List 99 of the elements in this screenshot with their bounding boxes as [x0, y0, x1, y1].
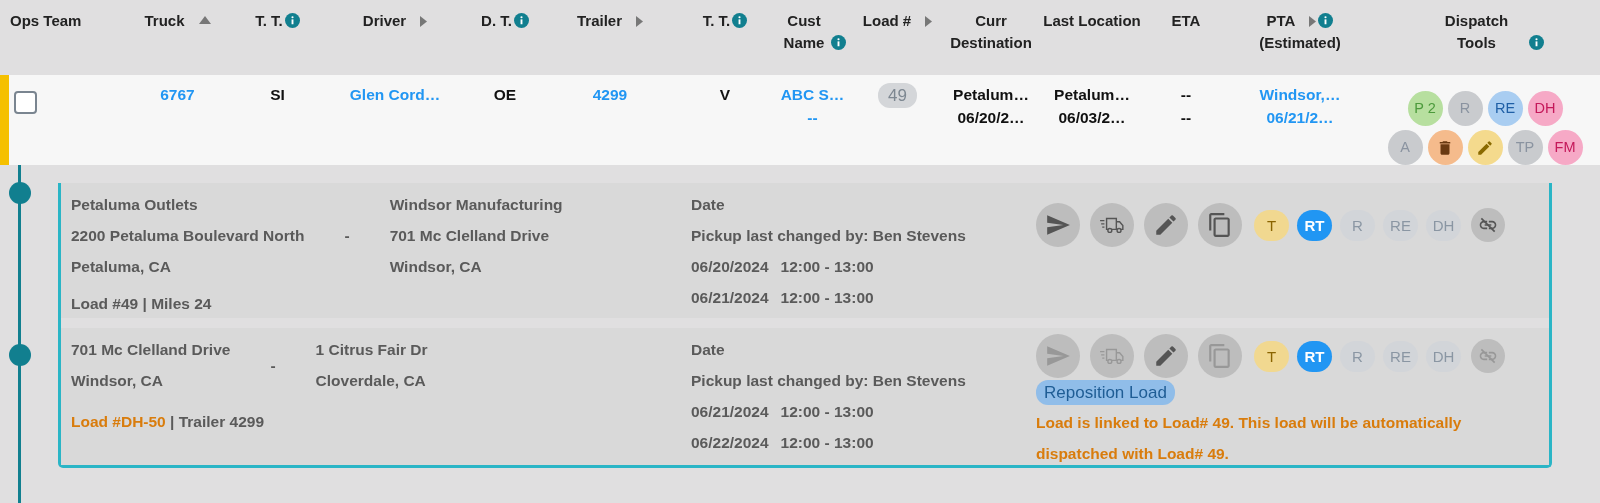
tool-button[interactable]: FM — [1547, 130, 1583, 165]
load-link[interactable]: Load #DH-50 — [71, 413, 166, 430]
tool-button[interactable]: RE — [1487, 91, 1523, 126]
column-header[interactable]: PTA — [1266, 10, 1296, 32]
send-icon — [1045, 212, 1071, 238]
tool-button[interactable]: TP — [1507, 130, 1543, 165]
status-chip[interactable]: RE — [1383, 340, 1418, 372]
tool-button[interactable]: DH — [1527, 91, 1563, 126]
date-text: 06/21/2024 — [691, 403, 769, 420]
delete-button[interactable] — [1427, 130, 1463, 165]
tool-button[interactable]: A — [1387, 130, 1423, 165]
address-line: 701 Mc Clelland Drive — [71, 340, 231, 360]
send-icon — [1045, 343, 1071, 369]
time-window: 12:00 - 13:00 — [780, 434, 874, 451]
changed-by-text: Pickup last changed by: Ben Stevens — [691, 226, 967, 246]
pencil-icon — [1476, 138, 1494, 157]
cell-link[interactable]: ABC S… — [780, 83, 845, 106]
row-checkbox[interactable] — [14, 91, 37, 114]
address-line: 2200 Petaluma Boulevard North — [71, 226, 305, 246]
cell-link[interactable]: 4299 — [592, 83, 628, 106]
changed-by-text: Pickup last changed by: Ben Stevens — [691, 371, 967, 391]
address-line: Windsor Manufacturing — [389, 195, 563, 215]
status-chip[interactable]: T — [1254, 209, 1289, 241]
pencil-icon — [1153, 343, 1179, 369]
column-header[interactable]: Trailer — [577, 10, 622, 32]
edit-button[interactable] — [1467, 130, 1503, 165]
table-cell-text: Petalum… — [1053, 85, 1131, 105]
load-detail: | Trailer 4299 — [169, 413, 265, 430]
status-chip[interactable]: RE — [1383, 209, 1418, 241]
linked-load-note: Load is linked to Load# 49. This load will be automatically dispatched with Load# 49. — [1036, 413, 1463, 464]
column-header: (Estimated) — [1259, 34, 1341, 51]
status-chip[interactable]: T — [1254, 340, 1289, 372]
edit-button[interactable] — [1144, 203, 1188, 247]
tool-button[interactable]: R — [1447, 91, 1483, 126]
address-line: Cloverdale, CA — [315, 371, 427, 391]
status-chip[interactable]: DH — [1426, 209, 1461, 241]
load-number: Load #49 — [71, 295, 139, 312]
cell-link[interactable]: 06/21/2… — [1266, 106, 1334, 129]
column-header[interactable]: Cust Name — [779, 10, 829, 54]
truck-button[interactable] — [1090, 203, 1134, 247]
date-heading: Date — [691, 195, 726, 215]
broken-link-icon — [1478, 215, 1498, 235]
address-line: Windsor, CA — [71, 371, 164, 391]
date-text: 06/20/2024 — [691, 258, 769, 275]
column-header[interactable]: ETA — [1171, 10, 1201, 32]
reposition-tag: Reposition Load — [1036, 380, 1175, 405]
broken-link-icon — [1478, 346, 1498, 366]
column-header[interactable]: Truck — [144, 10, 185, 32]
table-cell-text: Petalum… — [952, 85, 1030, 105]
edit-button[interactable] — [1144, 334, 1188, 378]
send-button[interactable] — [1036, 203, 1080, 247]
column-header[interactable]: Curr Destination — [941, 10, 1041, 54]
column-header[interactable]: Driver — [362, 10, 407, 32]
separator-text: - — [270, 355, 276, 376]
time-window: 12:00 - 13:00 — [780, 258, 874, 275]
load-count-badge: 49 — [878, 83, 917, 108]
timeline-dot — [9, 344, 31, 366]
table-cell-text: OE — [492, 85, 518, 105]
date-text: 06/22/2024 — [691, 434, 769, 451]
table-cell-text: -- — [1179, 108, 1193, 128]
table-cell-text: V — [718, 85, 732, 105]
column-header[interactable]: Ops Team — [10, 10, 82, 32]
cell-link[interactable]: -- — [807, 106, 818, 129]
table-cell-text: 06/03/2… — [1057, 108, 1127, 128]
unlink-button[interactable] — [1471, 208, 1505, 242]
column-header[interactable]: T. T. — [255, 10, 283, 32]
cell-link[interactable]: Glen Cord… — [349, 83, 441, 106]
time-window: 12:00 - 13:00 — [780, 403, 874, 420]
address-line: 1 Citrus Fair Dr — [315, 340, 428, 360]
time-window: 12:00 - 13:00 — [780, 289, 874, 306]
date-text: 06/21/2024 — [691, 289, 769, 306]
cell-link[interactable]: Windsor,… — [1259, 83, 1341, 106]
date-heading: Date — [691, 340, 726, 360]
timeline-dot — [9, 182, 31, 204]
column-header[interactable]: Load # — [862, 10, 912, 32]
tool-button[interactable]: P 2 — [1407, 91, 1443, 126]
load-detail: | Miles 24 — [141, 295, 212, 312]
copy-icon — [1207, 343, 1233, 369]
status-chip[interactable]: RT — [1297, 209, 1332, 241]
pencil-icon — [1153, 212, 1179, 238]
column-header[interactable]: T. T. — [702, 10, 731, 32]
table-cell-text: 06/20/2… — [956, 108, 1026, 128]
separator-text: - — [344, 226, 350, 246]
cell-link[interactable]: 6767 — [160, 83, 195, 106]
copy-button[interactable] — [1198, 203, 1242, 247]
table-cell-text: -- — [1179, 85, 1193, 105]
status-chip[interactable]: DH — [1426, 340, 1461, 372]
status-chip[interactable]: RT — [1297, 340, 1332, 372]
address-line: Windsor, CA — [389, 257, 483, 277]
column-header[interactable]: Dispatch Tools — [1426, 10, 1527, 54]
copy-icon — [1207, 212, 1233, 238]
column-header[interactable]: Last Location — [1043, 10, 1141, 32]
address-line: Petaluma Outlets — [71, 195, 199, 215]
column-header[interactable]: D. T. — [481, 10, 512, 32]
table-cell-text: SI — [269, 85, 286, 105]
address-line: Petaluma, CA — [71, 257, 172, 277]
status-chip[interactable]: R — [1340, 209, 1375, 241]
address-line: 701 Mc Clelland Drive — [389, 226, 550, 246]
status-chip[interactable]: R — [1340, 340, 1375, 372]
